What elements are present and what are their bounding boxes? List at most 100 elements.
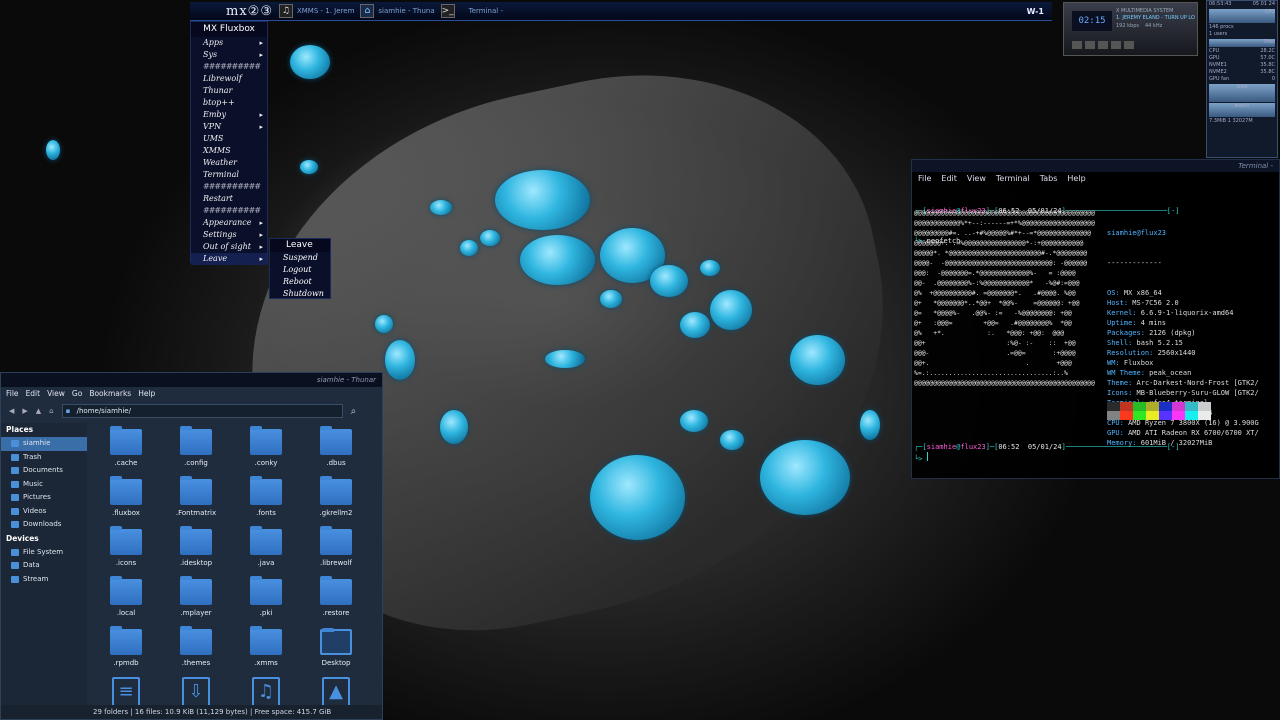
th-menu-view[interactable]: View [47,387,65,401]
neofetch-logo: @@@@@@@@@@@@@@@@@@@@@@@@@@@@@@@@@@@@@@@@… [914,208,1095,388]
sidebar-item-siamhie[interactable]: siamhie [1,437,87,451]
drive-icon [11,548,19,556]
file-item[interactable]: .xmms [231,625,301,669]
menu-item-thunar[interactable]: Thunar [191,85,267,97]
menu-item-xmms[interactable]: XMMS [191,145,267,157]
terminal-window[interactable]: Terminal - File Edit View Terminal Tabs … [911,159,1280,479]
taskbar-item-thunar[interactable]: siamhie - Thuna [378,7,434,15]
file-item[interactable]: .java [231,525,301,569]
menu-item-shutdown[interactable]: Shutdown [270,288,330,300]
taskbar-item-terminal[interactable]: Terminal - [469,7,503,15]
menu-item-out-of-sight[interactable]: Out of sight ▸ [191,241,267,253]
file-item[interactable]: .gkrellm2 [301,475,371,519]
menu-item-restart[interactable]: Restart [191,193,267,205]
file-item[interactable]: .conky [231,425,301,469]
file-item[interactable]: .config [161,425,231,469]
up-arrow-icon[interactable]: ▲ [36,407,41,415]
file-item[interactable]: .restore [301,575,371,619]
sidebar-item-videos[interactable]: Videos [1,505,87,519]
file-item[interactable]: .icons [91,525,161,569]
menu-item-ums[interactable]: UMS [191,133,267,145]
logo-line: @@@@@*. *@@@@@@@@@@@@@@@@@@@@@@@@#-.*@@@… [914,249,1088,257]
term-menu-view[interactable]: View [967,172,986,186]
file-item[interactable]: ♫ [231,675,301,707]
file-item[interactable]: .dbus [301,425,371,469]
xmms-player[interactable]: 02:15 X MULTIMEDIA SYSTEM 1. JEREMY ELAN… [1063,2,1198,56]
menu-item-reboot[interactable]: Reboot [270,276,330,288]
file-item[interactable]: .Fontmatrix [161,475,231,519]
menu-item-sys[interactable]: Sys ▸ [191,49,267,61]
th-menu-bookmarks[interactable]: Bookmarks [89,387,131,401]
home-icon[interactable]: ⌂ [49,407,53,415]
thunar-title[interactable]: siamhie - Thunar [1,373,382,387]
menu-item-btop-[interactable]: btop++ [191,97,267,109]
play-button[interactable] [1085,41,1095,49]
gk-mem: 7.3MiB 1 32027M [1209,118,1253,124]
file-item[interactable]: ⇩ [161,675,231,707]
file-item[interactable]: .rpmdb [91,625,161,669]
back-arrow-icon[interactable]: ◀ [9,407,14,415]
th-menu-help[interactable]: Help [138,387,155,401]
file-item[interactable]: Desktop [301,625,371,669]
terminal-title[interactable]: Terminal - [912,160,1279,172]
pause-button[interactable] [1098,41,1108,49]
home-folder-icon[interactable]: ⌂ [360,4,375,18]
stop-button[interactable] [1111,41,1121,49]
sidebar-item-trash[interactable]: Trash [1,451,87,465]
file-item[interactable]: .pki [231,575,301,619]
documents-icon [11,467,19,475]
sidebar-item-downloads[interactable]: Downloads [1,518,87,532]
next-button[interactable] [1124,41,1134,49]
file-item[interactable]: .fonts [231,475,301,519]
taskbar-item-xmms[interactable]: XMMS - 1. Jerem [297,7,354,15]
sidebar-item-data[interactable]: Data [1,559,87,573]
th-menu-edit[interactable]: Edit [26,387,41,401]
menu-item-logout[interactable]: Logout [270,264,330,276]
thunar-window[interactable]: siamhie - Thunar File Edit View Go Bookm… [0,372,383,720]
menu-item-apps[interactable]: Apps ▸ [191,37,267,49]
workspace-label[interactable]: W-1 [1027,7,1044,16]
file-item[interactable]: ▲ [301,675,371,707]
sidebar-item-file-system[interactable]: File System [1,546,87,560]
thunar-toolbar: ◀ ▶ ▲ ⌂ ▪ /home/siamhie/ ⌕ [1,401,382,421]
term-menu-file[interactable]: File [918,172,931,186]
file-item[interactable]: ≡ [91,675,161,707]
menu-item-weather[interactable]: Weather [191,157,267,169]
xmms-app-icon[interactable]: ♫ [278,4,293,18]
th-menu-file[interactable]: File [6,387,19,401]
menu-item-emby[interactable]: Emby ▸ [191,109,267,121]
forward-arrow-icon[interactable]: ▶ [22,407,27,415]
mx-logo[interactable]: mx②③ [226,4,273,19]
menu-item-terminal[interactable]: Terminal [191,169,267,181]
menu-item-appearance[interactable]: Appearance ▸ [191,217,267,229]
file-item[interactable]: .cache [91,425,161,469]
sidebar-item-pictures[interactable]: Pictures [1,491,87,505]
term-menu-terminal[interactable]: Terminal [996,172,1030,186]
file-item[interactable]: .themes [161,625,231,669]
sidebar-item-documents[interactable]: Documents [1,464,87,478]
menu-item-leave[interactable]: Leave ▸ [191,253,267,265]
menu-item-librewolf[interactable]: Librewolf [191,73,267,85]
terminal-body[interactable]: ┌─[siamhie@flux23]─[06:52 05/01/24]─────… [912,186,1279,478]
term-menu-edit[interactable]: Edit [941,172,957,186]
menu-item-suspend[interactable]: Suspend [270,252,330,264]
drive-icon [11,562,19,570]
prev-button[interactable] [1072,41,1082,49]
file-item[interactable]: .idesktop [161,525,231,569]
terminal-app-icon[interactable]: >_ [440,4,455,18]
menu-item-settings[interactable]: Settings ▸ [191,229,267,241]
term-menu-tabs[interactable]: Tabs [1040,172,1058,186]
file-item[interactable]: .librewolf [301,525,371,569]
location-bar[interactable]: ▪ /home/siamhie/ [61,404,343,418]
file-item[interactable]: .local [91,575,161,619]
sidebar-item-music[interactable]: Music [1,478,87,492]
file-item[interactable]: .fluxbox [91,475,161,519]
info-key: Icons [1107,389,1129,397]
menu-item-vpn[interactable]: VPN ▸ [191,121,267,133]
sidebar-item-stream[interactable]: Stream [1,573,87,587]
search-icon[interactable]: ⌕ [351,406,357,417]
th-menu-go[interactable]: Go [72,387,82,401]
term-menu-help[interactable]: Help [1067,172,1085,186]
submenu-arrow-icon: ▸ [259,111,263,119]
file-item[interactable]: .mplayer [161,575,231,619]
